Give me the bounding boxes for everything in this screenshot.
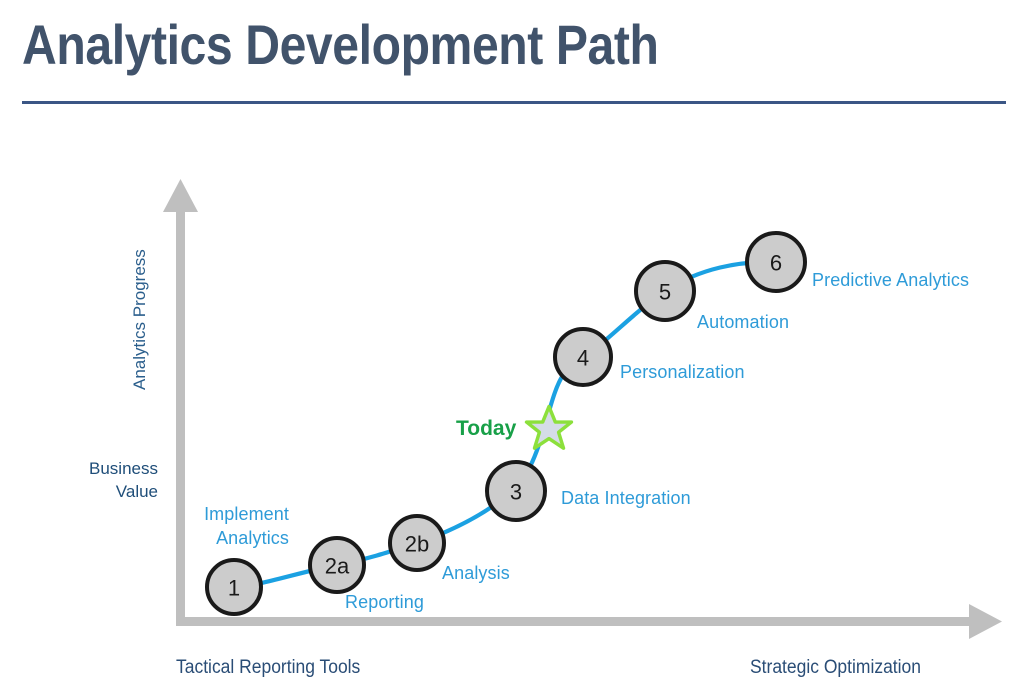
stage-label-reporting: Reporting — [345, 592, 424, 612]
today-label: Today — [456, 417, 517, 440]
y-axis-arrow — [163, 179, 198, 625]
slide-canvas: Analytics Development Path 1 2a 2b 3 4 5… — [0, 0, 1026, 692]
analytics-path-chart: 1 2a 2b 3 4 5 6 — [163, 179, 1002, 639]
business-value-line2: Value — [115, 481, 158, 501]
stage-node-4-number: 4 — [577, 346, 589, 371]
stage-node-2a-number: 2a — [325, 554, 350, 579]
y-axis-title: Analytics Progress — [130, 249, 149, 390]
stage-node-6-number: 6 — [770, 251, 782, 276]
stage-label-automation: Automation — [697, 312, 790, 332]
stage-label-implement-analytics: Implement Analytics — [204, 504, 289, 548]
stage-label-predictive-analytics: Predictive Analytics — [812, 270, 970, 290]
stage-node-4[interactable]: 4 — [553, 327, 613, 387]
stage-label-analysis: Analysis — [442, 563, 510, 583]
x-axis-arrow — [176, 604, 1002, 639]
stage-node-1[interactable]: 1 — [205, 558, 263, 616]
stage-node-3-number: 3 — [510, 480, 522, 505]
business-value-label: Business Value — [40, 458, 158, 504]
stage-node-2a[interactable]: 2a — [308, 536, 366, 594]
x-axis-label-left: Tactical Reporting Tools — [176, 657, 361, 678]
x-axis-label-right: Strategic Optimization — [750, 657, 921, 678]
stage-node-5-number: 5 — [659, 280, 671, 305]
stage-label-personalization: Personalization — [620, 362, 745, 382]
today-star-icon — [524, 404, 574, 450]
stage-label-data-integration: Data Integration — [561, 488, 691, 508]
stage-node-1-number: 1 — [228, 576, 240, 601]
stage-node-6[interactable]: 6 — [745, 231, 807, 293]
stage-node-5[interactable]: 5 — [634, 260, 696, 322]
stage-node-2b[interactable]: 2b — [388, 514, 446, 572]
business-value-line1: Business — [89, 459, 158, 478]
stage-node-2b-number: 2b — [405, 532, 429, 557]
stage-node-3[interactable]: 3 — [485, 460, 547, 522]
